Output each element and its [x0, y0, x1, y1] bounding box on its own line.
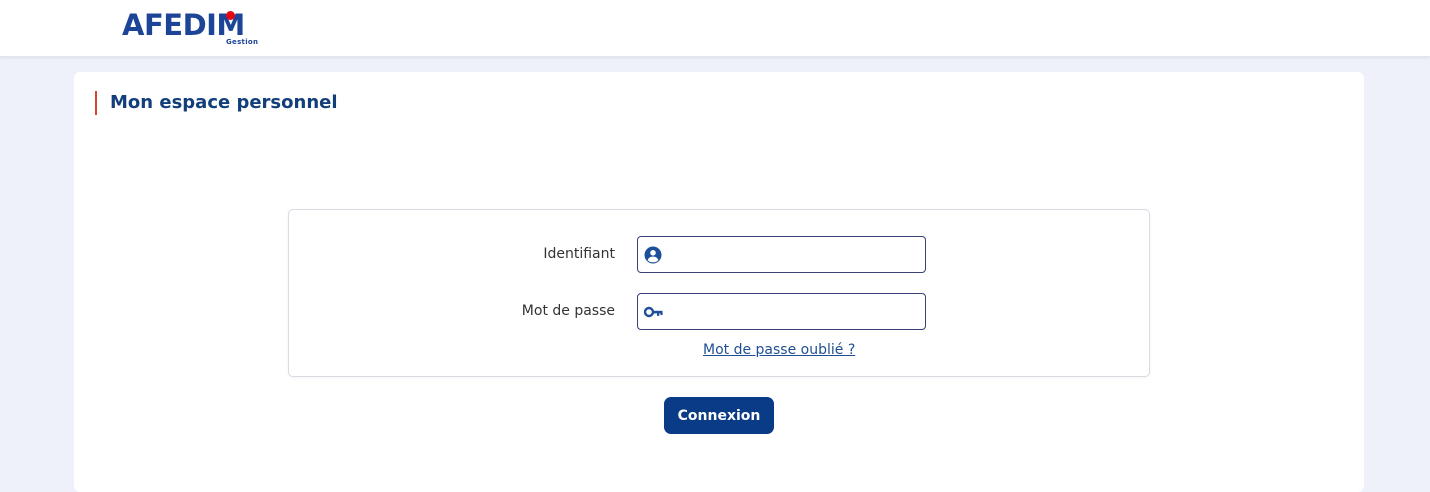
connexion-button[interactable]: Connexion: [664, 397, 774, 434]
afedim-logo[interactable]: AFEDIM Gestion: [122, 8, 272, 50]
password-input[interactable]: [668, 296, 920, 327]
login-form: Identifiant Mot de passe Mot de passe ou…: [288, 209, 1150, 377]
key-icon: [643, 303, 664, 321]
password-label: Mot de passe: [521, 303, 615, 319]
user-circle-icon: [644, 246, 664, 264]
top-header: AFEDIM Gestion: [0, 0, 1430, 57]
username-field[interactable]: [637, 236, 926, 273]
password-field[interactable]: [637, 293, 926, 330]
username-input[interactable]: [668, 239, 920, 270]
forgot-password-link[interactable]: Mot de passe oublié ?: [703, 342, 855, 358]
logo-subtext: Gestion: [226, 38, 259, 46]
username-label: Identifiant: [543, 246, 615, 262]
main-panel: Mon espace personnel Identifiant Mot de …: [74, 72, 1364, 492]
logo-red-dot: [226, 11, 235, 20]
page-title: Mon espace personnel: [95, 91, 338, 115]
